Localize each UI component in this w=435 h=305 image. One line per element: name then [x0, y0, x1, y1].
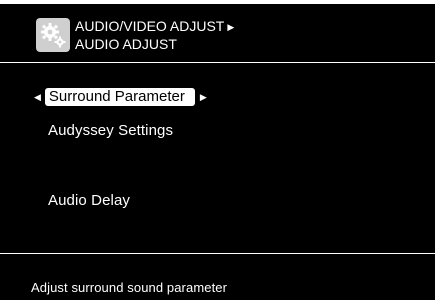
menu-item-surround-parameter[interactable]: ◀ Surround Parameter ▶	[34, 88, 207, 106]
footer-divider	[0, 253, 435, 254]
breadcrumb-parent: AUDIO/VIDEO ADJUST	[75, 18, 225, 34]
settings-gear-icon	[36, 18, 70, 52]
bottom-border	[0, 300, 435, 305]
left-arrow-icon[interactable]: ◀	[34, 92, 41, 103]
right-arrow-icon[interactable]: ▶	[200, 92, 207, 103]
header-breadcrumb: AUDIO/VIDEO ADJUST ▶ AUDIO ADJUST	[75, 18, 234, 53]
selected-item-label[interactable]: Surround Parameter	[44, 88, 195, 106]
page-title: AUDIO ADJUST	[75, 36, 177, 52]
breadcrumb-arrow-icon: ▶	[227, 22, 235, 32]
osd-screen: AUDIO/VIDEO ADJUST ▶ AUDIO ADJUST ◀ Surro…	[0, 0, 435, 305]
help-text: Adjust surround sound parameter	[31, 280, 228, 295]
menu-item-audio-delay[interactable]: Audio Delay	[48, 192, 130, 209]
header-divider	[0, 62, 435, 63]
menu-header: AUDIO/VIDEO ADJUST ▶ AUDIO ADJUST	[0, 4, 435, 66]
menu-item-audyssey-settings[interactable]: Audyssey Settings	[48, 122, 173, 139]
